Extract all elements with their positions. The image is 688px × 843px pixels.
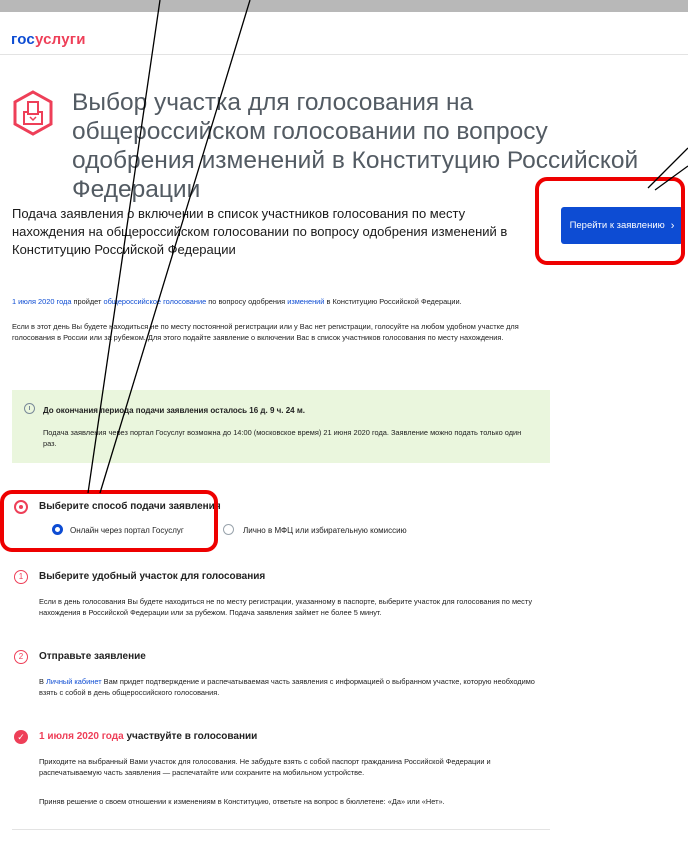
annotation-line-2 — [99, 0, 251, 494]
annotation-line-3 — [647, 147, 688, 189]
annotation-line-1 — [87, 0, 161, 494]
annotation-line-4 — [654, 165, 688, 191]
annotation-arrows — [87, 0, 688, 494]
